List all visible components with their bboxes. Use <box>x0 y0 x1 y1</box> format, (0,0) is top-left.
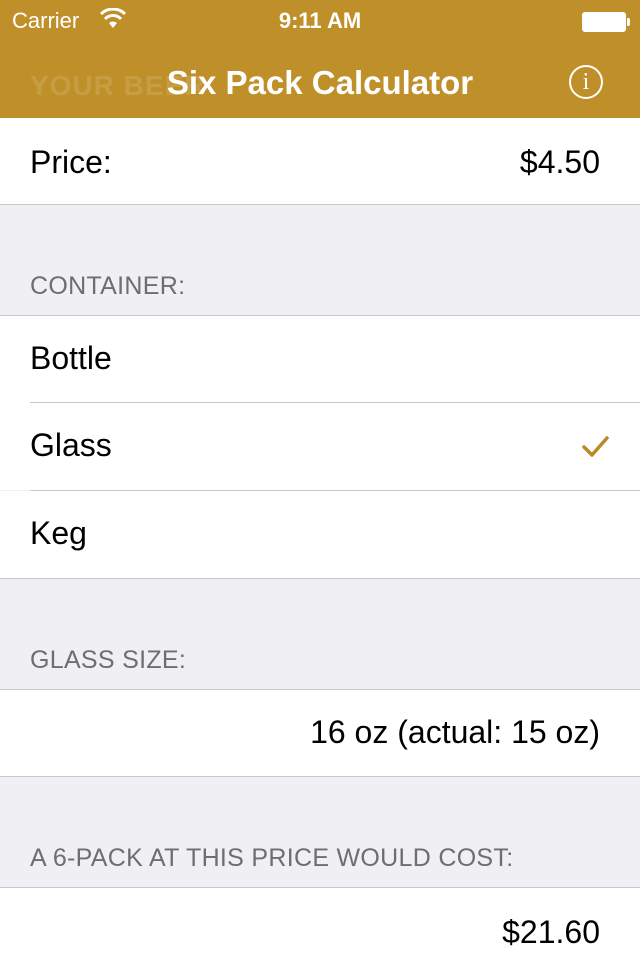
nav-title: Six Pack Calculator <box>166 64 474 101</box>
separator <box>0 776 640 777</box>
result-row: $21.60 <box>0 888 640 960</box>
price-row[interactable]: Price: $4.50 <box>0 118 640 205</box>
separator <box>0 578 640 579</box>
container-option-bottle[interactable]: Bottle <box>0 316 640 403</box>
container-option-glass[interactable]: Glass <box>0 403 640 490</box>
status-time: 9:11 AM <box>278 8 362 33</box>
status-bar: Carrier 9:11 AM <box>0 0 640 40</box>
battery-icon <box>582 12 630 32</box>
six-pack-cost-value: $21.60 <box>502 914 600 950</box>
container-section-header: CONTAINER: <box>30 272 186 300</box>
glass-size-value: 16 oz (actual: 15 oz) <box>310 714 600 750</box>
checkmark-icon <box>582 436 609 457</box>
option-label: Bottle <box>30 340 112 376</box>
option-label: Keg <box>30 515 87 551</box>
option-label: Glass <box>30 427 112 463</box>
glass-size-row[interactable]: 16 oz (actual: 15 oz) <box>0 690 640 777</box>
navigation-bar: Carrier 9:11 AM YOUR BEER Six Pack Calcu… <box>0 0 640 128</box>
result-section-header: A 6-PACK AT THIS PRICE WOULD COST: <box>30 844 514 872</box>
separator <box>0 204 640 205</box>
glass-size-section-header: GLASS SIZE: <box>30 646 187 674</box>
info-icon[interactable]: i <box>569 65 603 99</box>
price-label: Price: <box>30 144 112 180</box>
price-value: $4.50 <box>519 144 600 180</box>
container-option-keg[interactable]: Keg <box>0 491 640 578</box>
